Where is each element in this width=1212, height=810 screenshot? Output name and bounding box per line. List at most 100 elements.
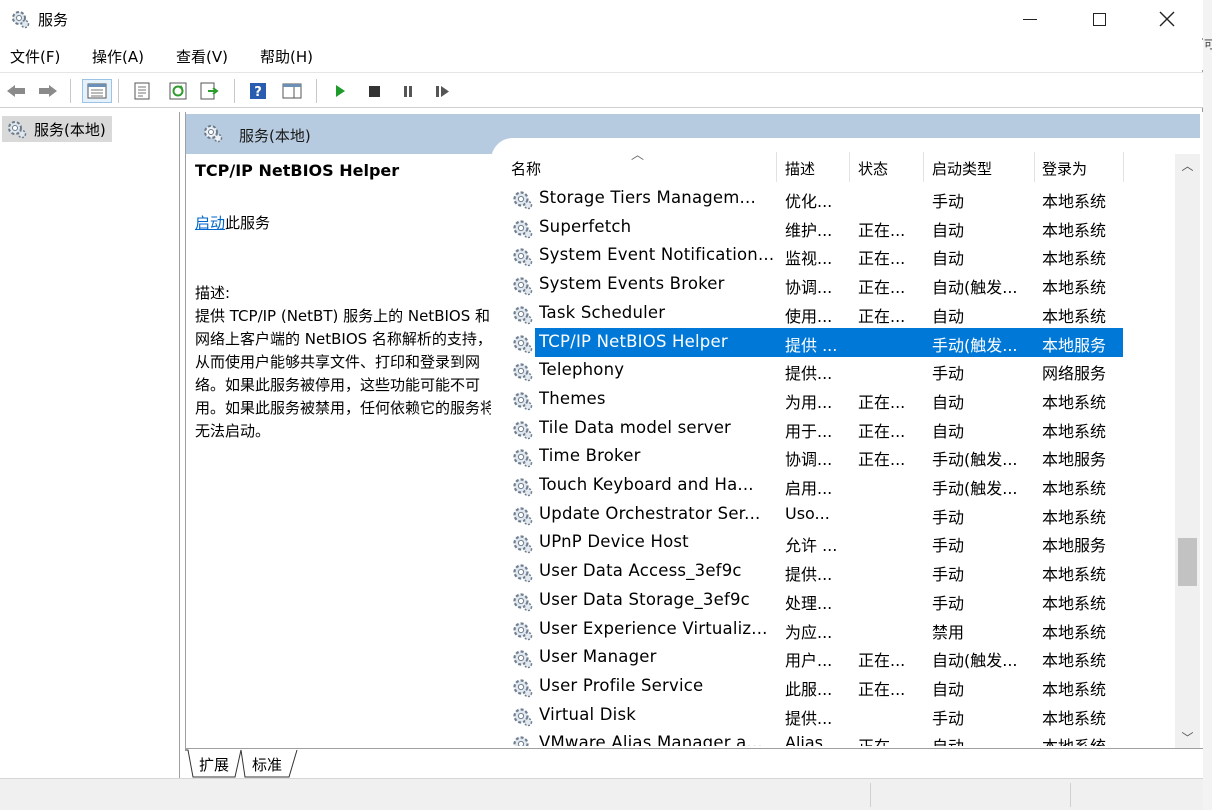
- start-service-link[interactable]: 启动: [195, 214, 225, 232]
- service-description: 提供 ...: [785, 335, 838, 355]
- properties-button[interactable]: [130, 79, 154, 103]
- console-tree: 服务(本地): [0, 112, 180, 778]
- service-gear-icon: [513, 707, 533, 726]
- service-logon-as: 本地系统: [1042, 733, 1128, 746]
- start-service-button[interactable]: [328, 79, 352, 103]
- scroll-up-icon[interactable]: ︿: [1175, 154, 1200, 176]
- service-description: 为应...: [785, 622, 833, 642]
- service-row[interactable]: User Data Access_3ef9c 提供... 手动 本地系统: [491, 557, 1179, 586]
- service-description: 提供...: [785, 364, 833, 384]
- service-gear-icon: [513, 306, 533, 325]
- service-row[interactable]: VMware Alias Manager a... Alias... 正在... 自动…: [491, 729, 1179, 746]
- refresh-button[interactable]: [166, 79, 190, 103]
- show-hide-console-tree-button[interactable]: [82, 79, 112, 103]
- console-tree-icon: [87, 83, 107, 99]
- service-logon-as: 本地系统: [1042, 708, 1107, 728]
- service-row[interactable]: User Data Storage_3ef9c 处理... 手动 本地系统: [491, 586, 1179, 615]
- menu-file[interactable]: 文件(F): [10, 46, 60, 67]
- column-divider[interactable]: [1034, 152, 1035, 182]
- service-description: 监视...: [785, 249, 833, 269]
- service-row[interactable]: Tile Data model server 用于... 正在... 自动 本地系统: [491, 414, 1179, 443]
- column-divider[interactable]: [923, 152, 924, 182]
- column-divider[interactable]: [1123, 152, 1124, 182]
- menu-action[interactable]: 操作(A): [92, 46, 144, 67]
- column-divider[interactable]: [849, 152, 850, 182]
- stop-service-icon: [369, 86, 380, 97]
- service-startup-type: 自动: [932, 679, 965, 699]
- vertical-scrollbar[interactable]: ︿ ﹀: [1175, 154, 1200, 748]
- stop-service-button[interactable]: [362, 79, 386, 103]
- service-row[interactable]: User Manager 用户... 正在... 自动(触发... 本地系统: [491, 643, 1179, 672]
- service-row[interactable]: Update Orchestrator Ser... Uso... 手动 本地系统: [491, 500, 1179, 529]
- service-logon-as: 网络服务: [1042, 364, 1107, 384]
- service-row[interactable]: Touch Keyboard and Ha... 启用... 手动(触发... 本地系…: [491, 471, 1179, 500]
- service-row[interactable]: Telephony 提供... 手动 网络服务: [491, 356, 1179, 385]
- forward-button[interactable]: [36, 79, 60, 103]
- resume-service-button[interactable]: [430, 79, 454, 103]
- service-name: Touch Keyboard and Ha...: [539, 475, 754, 494]
- service-status: 正在...: [858, 733, 922, 746]
- tree-item-services-local[interactable]: 服务(本地): [2, 116, 112, 142]
- menu-view[interactable]: 查看(V): [176, 46, 228, 67]
- service-startup-type: 手动: [932, 507, 965, 527]
- service-gear-icon: [513, 621, 533, 640]
- scroll-thumb[interactable]: [1178, 538, 1197, 586]
- service-logon-as: 本地服务: [1042, 536, 1107, 556]
- service-gear-icon: [513, 392, 533, 411]
- service-startup-type: 手动(触发...: [932, 450, 1018, 470]
- service-description: 处理...: [785, 593, 833, 613]
- service-description: 提供...: [785, 708, 833, 728]
- close-icon: [1159, 11, 1175, 27]
- status-cell: [870, 783, 871, 807]
- back-button[interactable]: [4, 79, 28, 103]
- service-gear-icon: [513, 535, 533, 554]
- minimize-button[interactable]: [1007, 0, 1053, 38]
- services-list: ︿ 名称 描述 状态 启动类型 登录为 Storage Tiers Manage…: [491, 138, 1201, 748]
- service-row[interactable]: Storage Tiers Managem... 优化... 手动 本地系统: [491, 184, 1179, 213]
- maximize-button[interactable]: [1076, 0, 1122, 38]
- scroll-down-icon[interactable]: ﹀: [1175, 726, 1200, 748]
- service-status: 正在...: [858, 421, 906, 441]
- service-name: VMware Alias Manager a...: [539, 733, 763, 746]
- menu-help[interactable]: 帮助(H): [260, 46, 313, 67]
- service-description: 用于...: [785, 421, 833, 441]
- service-name: System Events Broker: [539, 274, 725, 294]
- service-row[interactable]: Superfetch 维护... 正在... 自动 本地系统: [491, 213, 1179, 242]
- service-name: System Event Notification...: [539, 245, 775, 265]
- service-row[interactable]: User Profile Service 此服... 正在... 自动 本地系统: [491, 672, 1179, 701]
- pause-service-button[interactable]: [396, 79, 420, 103]
- background-text-fragment: 可: [1204, 38, 1212, 50]
- minimize-icon: [1023, 18, 1037, 20]
- service-status: 正在...: [858, 450, 906, 470]
- service-row[interactable]: Themes 为用... 正在... 自动 本地系统: [491, 385, 1179, 414]
- tab-standard[interactable]: 标准: [252, 751, 282, 777]
- title-bar: 服务: [0, 0, 1203, 38]
- service-description: Alias...: [785, 733, 839, 746]
- action-pane-button[interactable]: [280, 79, 304, 103]
- service-logon-as: 本地系统: [1042, 278, 1107, 298]
- service-logon-as: 本地系统: [1042, 392, 1107, 412]
- close-button[interactable]: [1144, 0, 1190, 38]
- service-gear-icon: [513, 736, 529, 746]
- service-startup-type: 自动: [932, 392, 965, 412]
- service-row[interactable]: System Event Notification... 监视... 正在... 自动…: [491, 241, 1179, 270]
- export-list-button[interactable]: [198, 79, 222, 103]
- service-row[interactable]: System Events Broker 协调... 正在... 自动(触发... 本地…: [491, 270, 1179, 299]
- service-startup-type: 自动(触发...: [932, 651, 1018, 671]
- service-description: 提供...: [785, 565, 833, 585]
- help-button[interactable]: ?: [246, 79, 270, 103]
- service-row[interactable]: Virtual Disk 提供... 手动 本地系统: [491, 701, 1179, 730]
- service-row[interactable]: User Experience Virtualiz... 为应... 禁用 本地系统: [491, 615, 1179, 644]
- service-gear-icon: [513, 650, 533, 669]
- service-row[interactable]: Task Scheduler 使用... 正在... 自动 本地系统: [491, 299, 1179, 328]
- service-row[interactable]: UPnP Device Host 允许 ... 手动 本地服务: [491, 528, 1179, 557]
- service-logon-as: 本地系统: [1042, 192, 1107, 211]
- service-row-selected[interactable]: TCP/IP NetBIOS Helper 提供 ... 手动(触发... 本地服务: [491, 327, 1179, 357]
- service-logon-as: 本地服务: [1042, 450, 1107, 470]
- tab-extended[interactable]: 扩展: [199, 751, 229, 777]
- column-divider[interactable]: [776, 152, 777, 182]
- services-window: 服务 文件(F) 操作(A) 查看(V) 帮助(H) ? 服务(本地) 服务(本…: [0, 0, 1203, 810]
- service-row[interactable]: Time Broker 协调... 正在... 手动(触发... 本地服务: [491, 442, 1179, 471]
- services-app-icon: [12, 11, 30, 29]
- service-name: Storage Tiers Managem...: [539, 188, 756, 207]
